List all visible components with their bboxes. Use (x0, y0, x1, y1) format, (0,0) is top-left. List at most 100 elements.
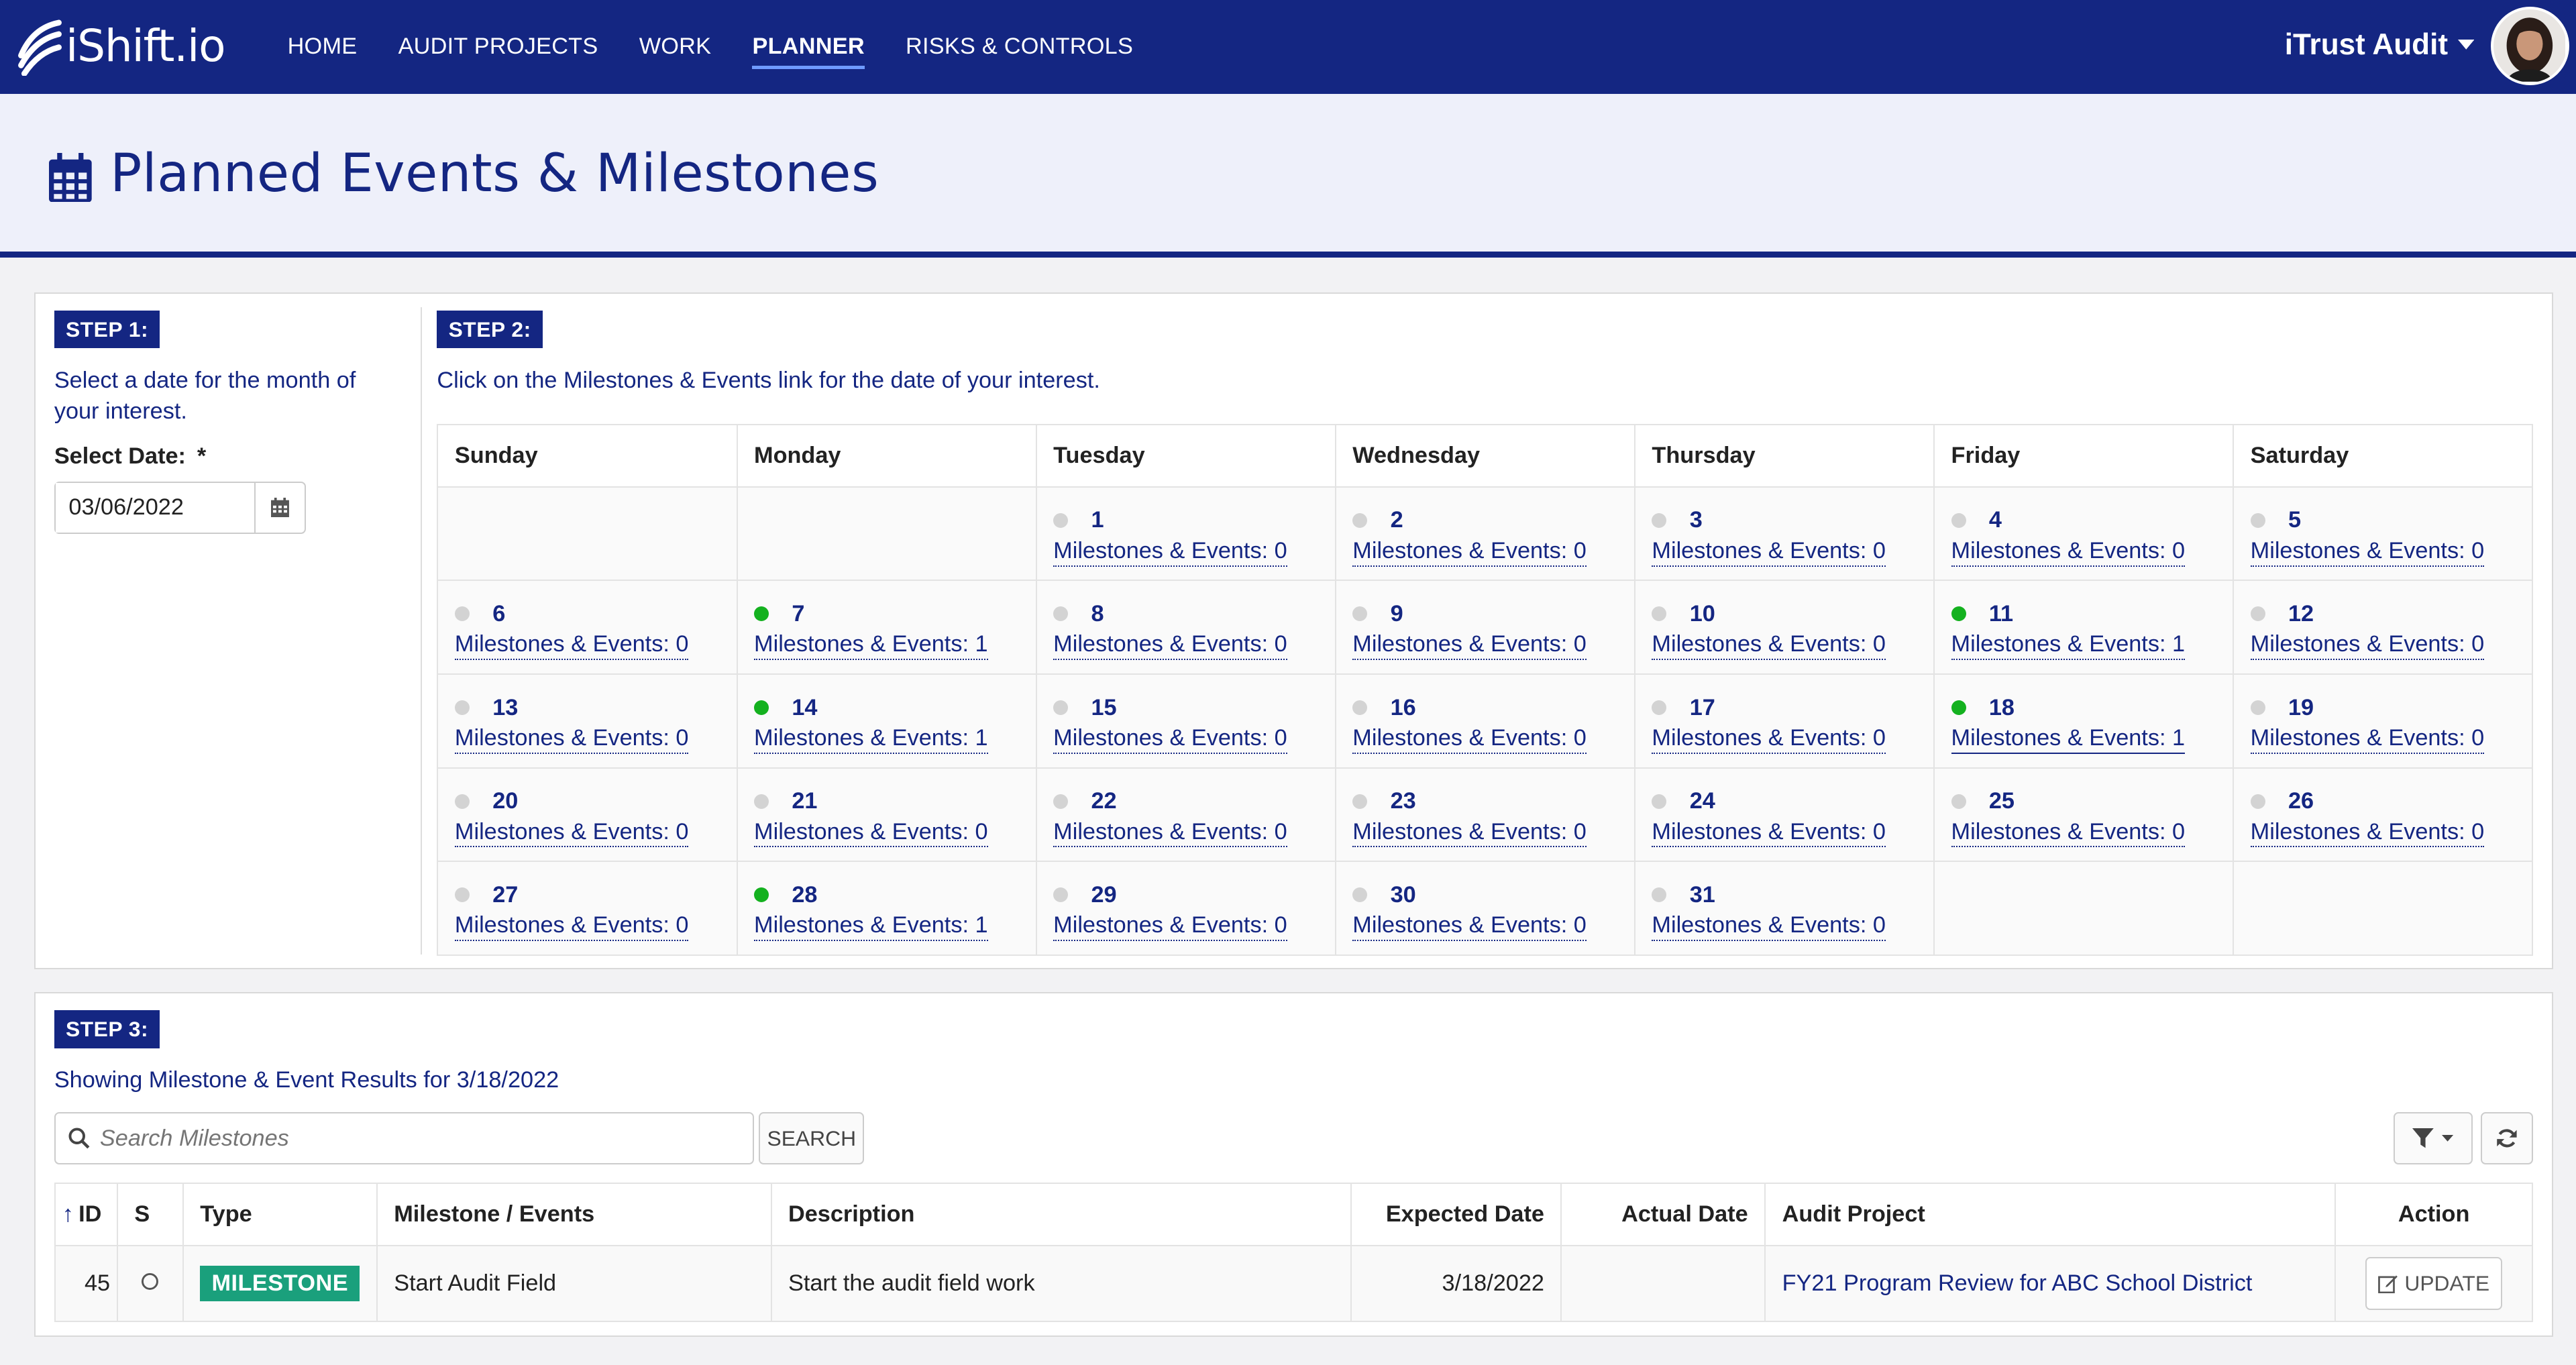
milestones-link-label: Milestones & Events: (1352, 631, 1574, 657)
milestones-count: 1 (975, 631, 988, 657)
nav-planner[interactable]: PLANNER (752, 0, 865, 94)
calendar-day-cell: 6 Milestones & Events: 0 (437, 580, 738, 675)
month-calendar: Sunday Monday Tuesday Wednesday Thursday Frid… (437, 423, 2534, 956)
milestones-events-link[interactable]: Milestones & Events: 0 (1352, 724, 1587, 754)
milestones-events-link[interactable]: Milestones & Events: 0 (454, 912, 689, 941)
day-number-text: 31 (1689, 881, 1715, 908)
col-id[interactable]: ↑ ID (54, 1183, 118, 1247)
milestones-link-label: Milestones & Events: (1951, 725, 2173, 751)
status-dot-icon (454, 606, 470, 622)
row-milestone-name: Start Audit Field (376, 1245, 772, 1322)
day-number-text: 29 (1091, 881, 1117, 908)
update-button[interactable]: UPDATE (2365, 1257, 2503, 1310)
milestones-link-label: Milestones & Events: (454, 912, 676, 938)
step1-label: STEP 1: (54, 310, 160, 349)
milestones-events-link[interactable]: Milestones & Events: 0 (1053, 724, 1287, 754)
milestones-events-link[interactable]: Milestones & Events: 0 (1652, 631, 1886, 661)
day-number-text: 30 (1390, 881, 1416, 908)
refresh-button[interactable] (2480, 1111, 2534, 1165)
milestones-events-link[interactable]: Milestones & Events: 0 (1352, 537, 1587, 567)
milestones-events-link[interactable]: Milestones & Events: 0 (2250, 818, 2485, 848)
nav-risks-controls[interactable]: RISKS & CONTROLS (906, 0, 1133, 94)
milestones-events-link[interactable]: Milestones & Events: 0 (1053, 818, 1287, 848)
row-status (116, 1245, 184, 1322)
nav-audit-projects[interactable]: AUDIT PROJECTS (398, 0, 598, 94)
milestones-events-link[interactable]: Milestones & Events: 0 (454, 818, 689, 848)
milestones-events-link[interactable]: Milestones & Events: 0 (1352, 818, 1587, 848)
milestones-count: 0 (1573, 537, 1587, 563)
day-number-text: 25 (1988, 788, 2015, 814)
col-status[interactable]: S (116, 1183, 184, 1247)
milestones-events-link[interactable]: Milestones & Events: 0 (2250, 631, 2485, 661)
day-number-text: 9 (1390, 600, 1403, 626)
org-switcher[interactable]: iTrust Audit (2285, 28, 2475, 62)
milestones-events-link[interactable]: Milestones & Events: 0 (1652, 818, 1886, 848)
day-number: 30 (1352, 880, 1617, 910)
col-type[interactable]: Type (182, 1183, 378, 1247)
day-number: 10 (1652, 599, 1917, 629)
milestones-events-link[interactable]: Milestones & Events: 0 (1652, 537, 1886, 567)
milestones-events-link[interactable]: Milestones & Events: 0 (1053, 631, 1287, 661)
brand-logo[interactable]: iShift.io (16, 13, 226, 79)
date-picker[interactable] (54, 481, 306, 534)
calendar-day-cell: 14 Milestones & Events: 1 (736, 673, 1037, 769)
milestones-link-label: Milestones & Events: (2250, 631, 2472, 657)
milestones-events-link[interactable]: Milestones & Events: 0 (1352, 912, 1587, 941)
status-dot-icon (1951, 794, 1966, 809)
day-number-text: 14 (792, 694, 818, 720)
milestones-count: 0 (676, 631, 689, 657)
ishift-logo-icon (18, 19, 62, 76)
day-number: 21 (754, 787, 1019, 816)
nav-work[interactable]: WORK (639, 0, 712, 94)
status-dot-icon (454, 700, 470, 716)
milestones-events-link[interactable]: Milestones & Events: 0 (754, 818, 988, 848)
col-expected-date[interactable]: Expected Date (1350, 1183, 1562, 1247)
milestones-count: 0 (1274, 725, 1287, 751)
table-row[interactable]: 45 MILESTONE Start Audit Field Start the… (54, 1245, 2534, 1322)
milestones-events-link[interactable]: Milestones & Events: 1 (754, 724, 988, 754)
milestones-events-link[interactable]: Milestones & Events: 0 (1951, 537, 2186, 567)
milestones-events-link[interactable]: Milestones & Events: 0 (2250, 724, 2485, 754)
status-dot-icon (1951, 700, 1966, 716)
status-dot-icon (754, 606, 769, 622)
milestones-events-link[interactable]: Milestones & Events: 0 (454, 724, 689, 754)
step-divider (420, 307, 423, 954)
milestones-count: 0 (2172, 818, 2186, 844)
col-description[interactable]: Description (770, 1183, 1352, 1247)
milestones-events-link[interactable]: Milestones & Events: 1 (1951, 724, 2186, 754)
search-milestones[interactable] (54, 1111, 755, 1165)
date-input[interactable] (55, 482, 255, 533)
weekday-header: Friday (1933, 423, 2235, 488)
milestones-events-link[interactable]: Milestones & Events: 0 (454, 631, 689, 661)
milestones-events-link[interactable]: Milestones & Events: 1 (754, 631, 988, 661)
col-actual-date[interactable]: Actual Date (1560, 1183, 1766, 1247)
caret-down-icon (2442, 1135, 2454, 1142)
milestones-link-label: Milestones & Events: (754, 912, 975, 938)
date-picker-button[interactable] (254, 482, 304, 533)
milestones-events-link[interactable]: Milestones & Events: 0 (2250, 537, 2485, 567)
milestones-events-link[interactable]: Milestones & Events: 1 (754, 912, 988, 941)
row-actual-date (1560, 1245, 1766, 1322)
search-button[interactable]: SEARCH (759, 1111, 865, 1165)
filter-button[interactable] (2394, 1111, 2473, 1165)
milestones-events-link[interactable]: Milestones & Events: 0 (1053, 912, 1287, 941)
milestones-events-link[interactable]: Milestones & Events: 0 (1053, 537, 1287, 567)
milestones-events-link[interactable]: Milestones & Events: 0 (1652, 724, 1886, 754)
calendar-day-cell: 19 Milestones & Events: 0 (2233, 673, 2534, 769)
search-input[interactable] (99, 1125, 741, 1152)
milestones-count: 1 (2172, 631, 2186, 657)
milestones-events-link[interactable]: Milestones & Events: 1 (1951, 631, 2186, 661)
user-avatar[interactable] (2490, 6, 2570, 86)
col-audit-project[interactable]: Audit Project (1764, 1183, 2336, 1247)
calendar-day-cell: 21 Milestones & Events: 0 (736, 767, 1037, 863)
calendar-empty-cell (2233, 861, 2534, 956)
milestones-events-link[interactable]: Milestones & Events: 0 (1352, 631, 1587, 661)
milestones-events-link[interactable]: Milestones & Events: 0 (1951, 818, 2186, 848)
day-number: 31 (1652, 880, 1917, 910)
col-milestone-events[interactable]: Milestone / Events (376, 1183, 772, 1247)
milestones-events-link[interactable]: Milestones & Events: 0 (1652, 912, 1886, 941)
audit-project-link[interactable]: FY21 Program Review for ABC School Distr… (1782, 1270, 2253, 1296)
nav-home[interactable]: HOME (288, 0, 358, 94)
milestones-count: 0 (1872, 912, 1886, 938)
day-number: 3 (1652, 506, 1917, 535)
